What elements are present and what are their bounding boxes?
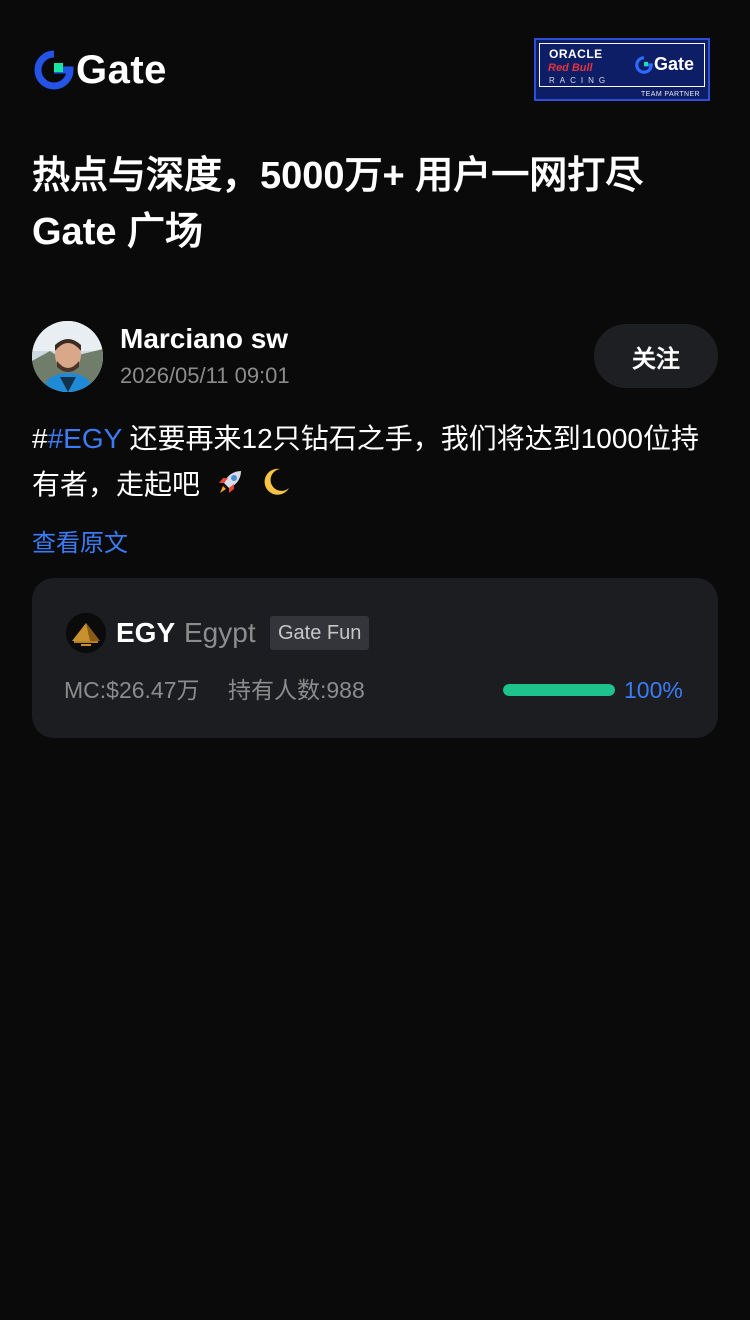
team-partner-text: TEAM PARTNER: [641, 91, 700, 98]
follow-button[interactable]: 关注: [594, 324, 718, 388]
author-name[interactable]: Marciano sw: [120, 322, 288, 356]
headline-line-2: Gate 广场: [32, 211, 204, 253]
gate-logo-icon: [34, 50, 74, 90]
partner-gate-logo: Gate: [635, 54, 694, 75]
gate-fun-badge: Gate Fun: [270, 616, 370, 650]
headline-line-1: 热点与深度，5000万+ 用户一网打尽: [32, 155, 644, 197]
crescent-moon-icon: [264, 468, 289, 495]
token-symbol: EGY: [116, 617, 176, 648]
header: Gate ORACLE Red Bull RACING Gate TEAM PA…: [0, 0, 750, 120]
author-avatar[interactable]: [32, 321, 103, 392]
hash-prefix: #: [32, 423, 48, 454]
racing-text: RACING: [549, 76, 611, 85]
gate-logo-small-icon: [635, 55, 653, 74]
redbull-partner-badge[interactable]: ORACLE Red Bull RACING Gate TEAM PARTNER: [534, 38, 710, 101]
token-card[interactable]: EGY Egypt Gate Fun MC:$26.47万 持有人数:988 1…: [32, 578, 718, 738]
post-text: 还要再来12只钻石之手，我们将达到1000位持有者，走起吧: [32, 423, 699, 500]
progress-percentage: 100%: [624, 677, 683, 703]
bonding-progress-bar: [503, 684, 615, 696]
view-original-link[interactable]: 查看原文: [32, 528, 128, 560]
post-content: ##EGY 还要再来12只钻石之手，我们将达到1000位持有者，走起吧: [32, 416, 722, 508]
redbull-text: Red Bull: [548, 62, 593, 74]
market-cap: MC:$26.47万: [64, 677, 200, 703]
avatar-image: [32, 321, 103, 392]
gate-logo[interactable]: Gate: [34, 50, 167, 90]
token-name: Egypt: [184, 617, 256, 648]
oracle-text: ORACLE: [549, 47, 603, 61]
progress-fill: [503, 684, 615, 696]
gate-square-page: Gate ORACLE Red Bull RACING Gate TEAM PA…: [0, 0, 750, 1320]
post-timestamp: 2026/05/11 09:01: [120, 363, 290, 388]
page-headline: 热点与深度，5000万+ 用户一网打尽 Gate 广场: [32, 148, 722, 260]
rocket-icon: [218, 471, 241, 493]
holder-count: 持有人数:988: [228, 677, 365, 703]
gate-logo-text: Gate: [76, 48, 167, 92]
egy-token-icon: [66, 613, 106, 653]
hashtag-link[interactable]: #EGY: [48, 423, 122, 454]
